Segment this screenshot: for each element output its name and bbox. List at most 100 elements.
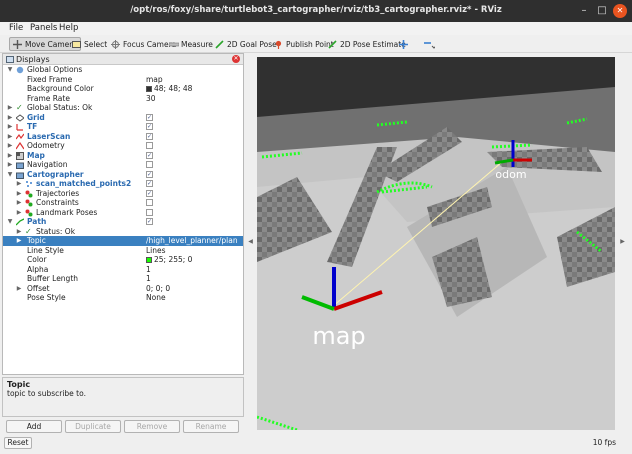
row-label: Global Status: Ok [27, 103, 93, 112]
tree-row-pose-style[interactable]: Pose Style None [3, 293, 243, 303]
tree-row-laserscan[interactable]: ▶ LaserScan ✓ [3, 132, 243, 142]
rename-button[interactable]: Rename [183, 420, 239, 433]
render-viewport[interactable]: odom map [257, 57, 615, 430]
tree-row-frame-rate[interactable]: Frame Rate 30 [3, 94, 243, 104]
menu-panels[interactable]: Panels [30, 23, 57, 33]
collapsed-arrow-icon[interactable]: ▶ [16, 189, 22, 199]
navigation-checkbox[interactable] [146, 161, 153, 168]
pose-style-value[interactable]: None [146, 293, 166, 303]
collapsed-arrow-icon[interactable]: ▶ [7, 113, 13, 123]
tree-row-scan-matched-points[interactable]: ▶ scan_matched_points2 ✓ [3, 179, 243, 189]
collapsed-arrow-icon[interactable]: ▶ [16, 236, 22, 246]
collapsed-arrow-icon[interactable]: ▶ [7, 141, 13, 151]
goal-pose-button[interactable]: 2D Goal Pose [212, 37, 280, 51]
folder-icon [16, 171, 24, 179]
minimize-icon[interactable]: – [577, 4, 591, 18]
reset-button[interactable]: Reset [4, 437, 32, 449]
row-label: Offset [27, 283, 50, 293]
trajectories-checkbox[interactable]: ✓ [146, 189, 153, 197]
right-splitter[interactable]: ▶ [618, 53, 627, 430]
tree-row-navigation[interactable]: ▶ Navigation [3, 160, 243, 170]
tree-row-global-options[interactable]: ▼ Global Options [3, 65, 243, 75]
tree-row-global-status[interactable]: ▶ ✓ Global Status: Ok [3, 103, 243, 113]
topic-value[interactable]: /high_level_planner/plan [146, 236, 238, 246]
path-checkbox[interactable]: ✓ [146, 218, 153, 225]
grid-checkbox[interactable]: ✓ [146, 113, 153, 121]
left-splitter[interactable]: ◀ [246, 53, 255, 430]
collapsed-arrow-icon[interactable]: ▶ [16, 284, 22, 294]
frame-rate-value[interactable]: 30 [146, 94, 156, 104]
map-checkbox[interactable]: ✓ [146, 151, 153, 159]
tree-row-map[interactable]: ▶ Map ✓ [3, 151, 243, 161]
scan-matched-points-checkbox[interactable]: ✓ [146, 180, 153, 187]
collapsed-arrow-icon[interactable]: ▶ [16, 198, 22, 208]
add-button[interactable]: Add [6, 420, 62, 433]
collapsed-arrow-icon[interactable]: ▶ [7, 151, 13, 161]
tree-row-offset[interactable]: ▶ Offset 0; 0; 0 [3, 284, 243, 294]
tree-row-constraints[interactable]: ▶ Constraints [3, 198, 243, 208]
tree-row-color[interactable]: Color 25; 255; 0 [3, 255, 243, 265]
odometry-checkbox[interactable] [146, 142, 153, 149]
property-description: Topic topic to subscribe to. [2, 377, 244, 417]
tree-row-landmark-poses[interactable]: ▶ Landmark Poses [3, 208, 243, 218]
displays-icon [6, 56, 14, 65]
crosshair-icon [399, 39, 408, 49]
tree-row-topic[interactable]: ▶ Topic /high_level_planner/plan [3, 236, 243, 246]
displays-panel: Displays ✕ ▼ Global Options Fixed Frame … [2, 53, 244, 375]
collapse-right-icon[interactable]: ▶ [618, 238, 627, 245]
cartographer-checkbox[interactable]: ✓ [146, 170, 153, 178]
collapsed-arrow-icon[interactable]: ▶ [7, 132, 13, 142]
plus-tool-button[interactable] [396, 37, 411, 51]
expanded-arrow-icon[interactable]: ▼ [7, 65, 13, 75]
marker-icon [25, 190, 33, 198]
constraints-checkbox[interactable] [146, 199, 153, 206]
row-label: Navigation [27, 160, 68, 169]
tree-row-alpha[interactable]: Alpha 1 [3, 265, 243, 275]
menu-file[interactable]: File [9, 23, 23, 33]
collapsed-arrow-icon[interactable]: ▶ [7, 122, 13, 132]
tree-row-path-status[interactable]: ▶ ✓ Status: Ok [3, 227, 243, 237]
tf-checkbox[interactable]: ✓ [146, 123, 153, 130]
remove-button[interactable]: Remove [124, 420, 180, 433]
landmark-poses-checkbox[interactable] [146, 208, 153, 216]
tree-row-grid[interactable]: ▶ Grid ✓ [3, 113, 243, 123]
collapsed-arrow-icon[interactable]: ▶ [16, 208, 22, 218]
menu-help[interactable]: Help [59, 23, 78, 33]
check-icon: ✓ [25, 226, 32, 236]
collapse-left-icon[interactable]: ◀ [246, 238, 255, 245]
color-value[interactable]: 25; 255; 0 [146, 255, 192, 265]
tree-row-cartographer[interactable]: ▼ Cartographer ✓ [3, 170, 243, 180]
collapsed-arrow-icon[interactable]: ▶ [16, 227, 22, 237]
offset-value[interactable]: 0; 0; 0 [146, 284, 170, 294]
tree-row-background-color[interactable]: Background Color 48; 48; 48 [3, 84, 243, 94]
tool-menu-button[interactable] [420, 37, 437, 51]
path-icon [15, 218, 25, 226]
alpha-value[interactable]: 1 [146, 265, 151, 275]
tree-row-tf[interactable]: ▶ TF ✓ [3, 122, 243, 132]
collapsed-arrow-icon[interactable]: ▶ [7, 160, 13, 170]
tree-row-fixed-frame[interactable]: Fixed Frame map [3, 75, 243, 85]
measure-button[interactable]: Measure [166, 37, 216, 51]
select-button[interactable]: Select [69, 37, 110, 51]
close-icon[interactable]: ✕ [613, 4, 627, 18]
tree-row-line-style[interactable]: Line Style Lines [3, 246, 243, 256]
tree-row-buffer-length[interactable]: Buffer Length 1 [3, 274, 243, 284]
expanded-arrow-icon[interactable]: ▼ [7, 170, 13, 180]
fixed-frame-value[interactable]: map [146, 75, 163, 85]
background-color-value[interactable]: 48; 48; 48 [146, 84, 192, 94]
collapsed-arrow-icon[interactable]: ▶ [7, 103, 13, 113]
collapsed-arrow-icon[interactable]: ▶ [16, 179, 22, 189]
row-label: Buffer Length [27, 274, 79, 283]
laserscan-checkbox[interactable]: ✓ [146, 132, 153, 140]
duplicate-button[interactable]: Duplicate [65, 420, 121, 433]
panel-close-icon[interactable]: ✕ [232, 55, 240, 63]
displays-header: Displays ✕ [3, 54, 243, 65]
buffer-length-value[interactable]: 1 [146, 274, 151, 284]
tree-row-path[interactable]: ▼ Path ✓ [3, 217, 243, 227]
tree-row-trajectories[interactable]: ▶ Trajectories ✓ [3, 189, 243, 199]
pose-arrow-icon [328, 39, 337, 49]
line-style-value[interactable]: Lines [146, 246, 166, 256]
tree-row-odometry[interactable]: ▶ Odometry [3, 141, 243, 151]
expanded-arrow-icon[interactable]: ▼ [7, 217, 13, 227]
maximize-icon[interactable]: □ [595, 4, 609, 18]
